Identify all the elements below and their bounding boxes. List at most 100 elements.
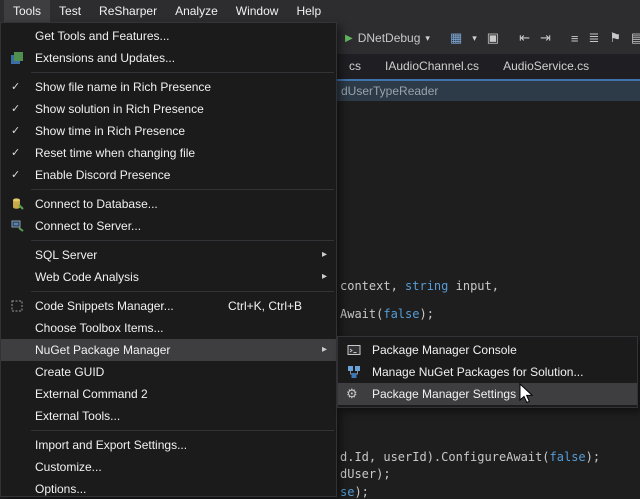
menu-item-import-export-settings[interactable]: Import and Export Settings... xyxy=(1,434,336,456)
list-icon[interactable]: ≡ xyxy=(571,31,579,46)
menu-item-nuget-package-manager[interactable]: NuGet Package Manager ▸ xyxy=(1,339,336,361)
menu-item-connect-to-database[interactable]: Connect to Database... xyxy=(1,193,336,215)
menu-item-label: SQL Server xyxy=(35,248,97,262)
menu-item-label: Show time in Rich Presence xyxy=(35,124,185,138)
menu-item-label: Show solution in Rich Presence xyxy=(35,102,204,116)
tab-audioservice[interactable]: AudioService.cs xyxy=(491,54,601,79)
menu-item-label: Get Tools and Features... xyxy=(35,29,170,43)
nuget-packages-icon xyxy=(347,365,361,379)
check-icon: ✓ xyxy=(11,164,20,186)
menu-item-show-solution[interactable]: ✓ Show solution in Rich Presence xyxy=(1,98,336,120)
check-icon: ✓ xyxy=(11,142,20,164)
list-dense-icon[interactable]: ≣ xyxy=(588,30,599,46)
server-icon xyxy=(10,219,24,233)
dropdown-caret-icon[interactable]: ▾ xyxy=(472,33,477,44)
menu-item-sql-server[interactable]: SQL Server ▸ xyxy=(1,244,336,266)
run-config-button[interactable]: ▶ DNetDebug ▾ xyxy=(345,31,430,45)
run-config-label: DNetDebug xyxy=(358,31,421,45)
menu-item-resharper[interactable]: ReSharper xyxy=(90,0,166,22)
code-token: dUser); xyxy=(340,467,391,481)
code-token: context, xyxy=(340,279,405,293)
code-token: ); xyxy=(419,307,433,321)
code-token: false xyxy=(550,450,586,464)
window-icon[interactable]: ▣ xyxy=(487,30,499,46)
menu-item-label: Options... xyxy=(35,482,86,496)
menu-separator xyxy=(31,430,334,431)
menu-separator xyxy=(31,240,334,241)
menu-item-reset-time[interactable]: ✓ Reset time when changing file xyxy=(1,142,336,164)
menu-item-analyze[interactable]: Analyze xyxy=(166,0,227,22)
breadcrumb[interactable]: dUserTypeReader xyxy=(341,84,438,98)
menu-item-label: Extensions and Updates... xyxy=(35,51,175,65)
menu-item-choose-toolbox-items[interactable]: Choose Toolbox Items... xyxy=(1,317,336,339)
database-icon xyxy=(10,197,24,211)
menu-item-options[interactable]: Options... xyxy=(1,478,336,497)
indent-left-icon[interactable]: ⇤ xyxy=(519,30,530,46)
panel-icon[interactable]: ▤ xyxy=(631,30,640,46)
grid-dropdown-icon[interactable]: ▦ xyxy=(450,30,462,46)
code-line: dUser); xyxy=(340,467,391,481)
tab-iaudiochannel[interactable]: IAudioChannel.cs xyxy=(373,54,491,79)
menu-separator xyxy=(31,291,334,292)
menu-item-package-manager-console[interactable]: Package Manager Console xyxy=(338,339,637,361)
menu-item-label: Connect to Database... xyxy=(35,197,158,211)
menu-item-label: Enable Discord Presence xyxy=(35,168,170,182)
menu-item-code-snippets-manager[interactable]: Code Snippets Manager... Ctrl+K, Ctrl+B xyxy=(1,295,336,317)
menu-item-extensions-and-updates[interactable]: Extensions and Updates... xyxy=(1,47,336,69)
check-icon: ✓ xyxy=(11,76,20,98)
menu-separator xyxy=(31,72,334,73)
menu-item-label: Web Code Analysis xyxy=(35,270,139,284)
gear-icon: ⚙ xyxy=(346,383,358,405)
tab-cs-partial[interactable]: cs xyxy=(337,54,373,79)
menu-item-package-manager-settings[interactable]: ⚙ Package Manager Settings xyxy=(338,383,637,405)
submenu-arrow-icon: ▸ xyxy=(322,266,327,288)
menu-item-label: Package Manager Console xyxy=(372,343,517,357)
menu-item-enable-discord-presence[interactable]: ✓ Enable Discord Presence xyxy=(1,164,336,186)
extensions-icon xyxy=(10,51,24,65)
menu-item-help[interactable]: Help xyxy=(287,0,330,22)
tools-menu: Get Tools and Features... Extensions and… xyxy=(0,22,337,497)
menu-item-manage-nuget-packages[interactable]: Manage NuGet Packages for Solution... xyxy=(338,361,637,383)
menu-item-connect-to-server[interactable]: Connect to Server... xyxy=(1,215,336,237)
dropdown-caret-icon: ▾ xyxy=(425,33,430,44)
menu-item-show-file-name[interactable]: ✓ Show file name in Rich Presence xyxy=(1,76,336,98)
menu-item-get-tools-and-features[interactable]: Get Tools and Features... xyxy=(1,25,336,47)
code-token: ); xyxy=(586,450,600,464)
code-token: string xyxy=(405,279,448,293)
menu-item-show-time[interactable]: ✓ Show time in Rich Presence xyxy=(1,120,336,142)
bookmark-icon[interactable]: ⚑ xyxy=(609,30,621,46)
play-icon: ▶ xyxy=(345,33,353,44)
check-icon: ✓ xyxy=(11,98,20,120)
menu-item-label: Customize... xyxy=(35,460,102,474)
menu-separator xyxy=(31,189,334,190)
indent-right-icon[interactable]: ⇥ xyxy=(540,30,551,46)
console-icon xyxy=(347,343,361,357)
code-token: Await( xyxy=(340,307,383,321)
menu-item-customize[interactable]: Customize... xyxy=(1,456,336,478)
menu-item-label: Connect to Server... xyxy=(35,219,141,233)
code-token: d.Id, userId).ConfigureAwait( xyxy=(340,450,550,464)
menu-item-label: Reset time when changing file xyxy=(35,146,195,160)
menu-item-label: External Command 2 xyxy=(35,387,148,401)
menu-item-label: Create GUID xyxy=(35,365,104,379)
menu-item-label: NuGet Package Manager xyxy=(35,343,170,357)
menu-item-external-command-2[interactable]: External Command 2 xyxy=(1,383,336,405)
menu-item-window[interactable]: Window xyxy=(227,0,288,22)
menu-item-test[interactable]: Test xyxy=(50,0,90,22)
menu-item-web-code-analysis[interactable]: Web Code Analysis ▸ xyxy=(1,266,336,288)
menu-item-create-guid[interactable]: Create GUID xyxy=(1,361,336,383)
vs-window: { "menu_bar": { "items": [ { "label": "T… xyxy=(0,0,640,497)
code-line: context, string input, xyxy=(340,279,499,293)
menu-item-label: Manage NuGet Packages for Solution... xyxy=(372,365,583,379)
menu-item-tools[interactable]: Tools xyxy=(4,0,50,22)
menu-item-label: Choose Toolbox Items... xyxy=(35,321,164,335)
menu-item-label: External Tools... xyxy=(35,409,120,423)
menu-item-external-tools[interactable]: External Tools... xyxy=(1,405,336,427)
code-line: d.Id, userId).ConfigureAwait(false); xyxy=(340,450,600,464)
submenu-arrow-icon: ▸ xyxy=(322,244,327,266)
menu-bar: Tools Test ReSharper Analyze Window Help xyxy=(0,0,640,22)
menu-item-label: Package Manager Settings xyxy=(372,387,516,401)
menu-item-label: Show file name in Rich Presence xyxy=(35,80,211,94)
submenu-arrow-icon: ▸ xyxy=(322,339,327,361)
code-token: input, xyxy=(448,279,499,293)
